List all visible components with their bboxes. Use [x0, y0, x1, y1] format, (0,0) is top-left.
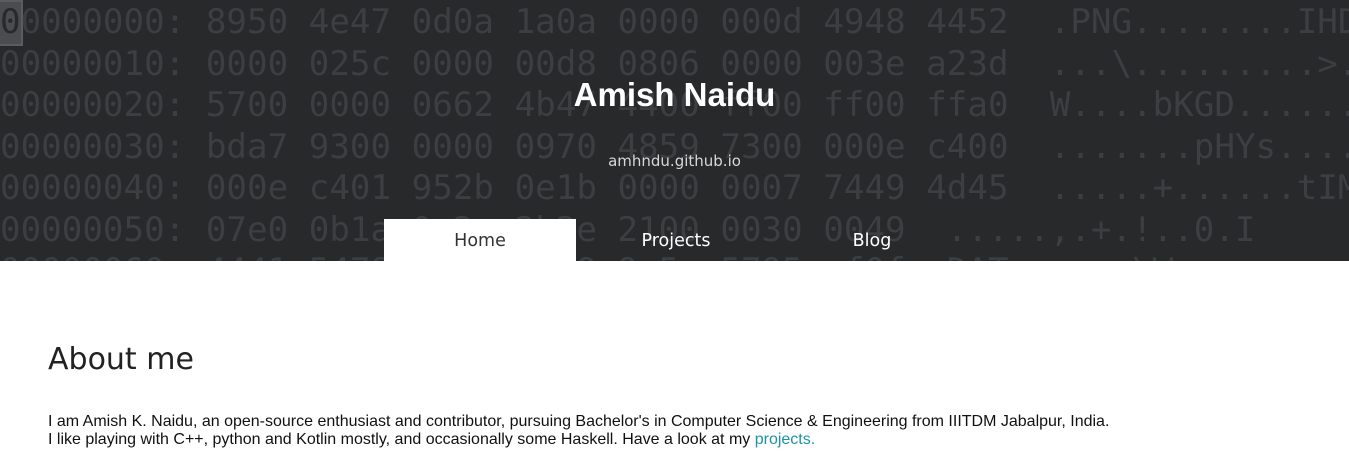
about-line-1: I am Amish K. Naidu, an open-source enth…	[48, 413, 1110, 430]
tab-home[interactable]: Home	[384, 219, 576, 261]
hexdump-line: 00000040: 000e c401 952b 0e1b 0000 0007 …	[0, 168, 1349, 208]
site-header: 00000000: 8950 4e47 0d0a 1a0a 0000 000d …	[0, 0, 1349, 261]
hexdump-line-rest: 0000000: 8950 4e47 0d0a 1a0a 0000 000d 4…	[20, 2, 1349, 42]
site-subtitle: amhndu.github.io	[608, 152, 741, 170]
about-line-2: I like playing with C++, python and Kotl…	[48, 431, 755, 448]
tab-projects[interactable]: Projects	[580, 219, 772, 261]
terminal-cursor: 0	[0, 0, 23, 46]
about-heading: About me	[48, 342, 194, 377]
main-nav: Home Projects Blog	[384, 219, 968, 261]
projects-link[interactable]: projects.	[755, 431, 815, 448]
hexdump-line: 00000000: 8950 4e47 0d0a 1a0a 0000 000d …	[0, 0, 1349, 46]
main-content: About me I am Amish K. Naidu, an open-so…	[48, 337, 1308, 449]
site-title: Amish Naidu	[573, 76, 776, 113]
about-paragraph: I am Amish K. Naidu, an open-source enth…	[48, 413, 1308, 449]
tab-blog[interactable]: Blog	[776, 219, 968, 261]
